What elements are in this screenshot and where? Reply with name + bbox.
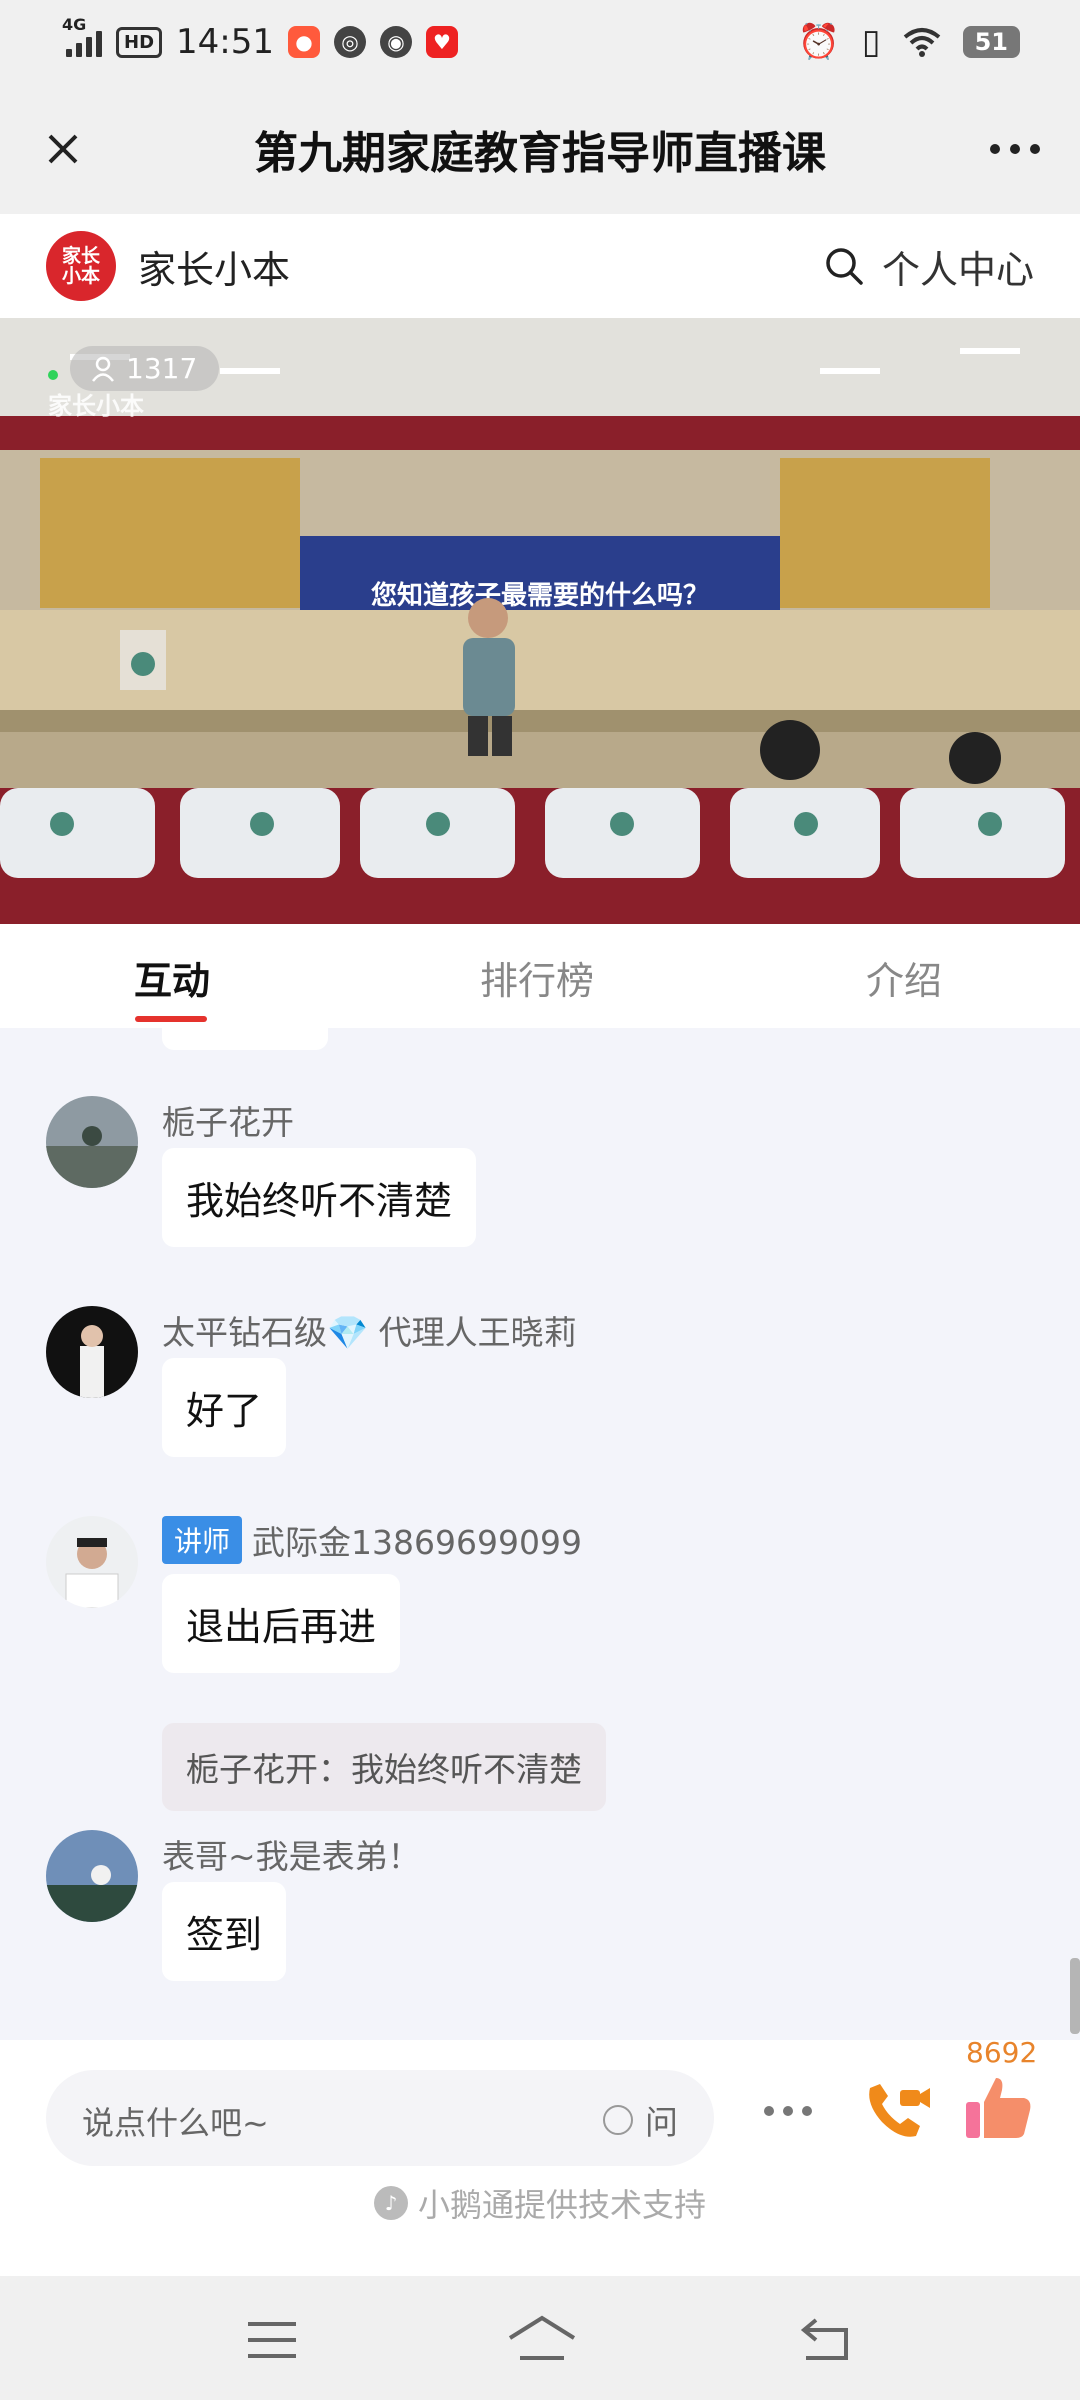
tab-interaction[interactable]: 互动 <box>134 950 210 1005</box>
tab-bar: 互动 排行榜 介绍 <box>0 924 1080 1028</box>
back-icon[interactable] <box>796 2312 856 2368</box>
message-bubble: 我始终听不清楚 <box>162 1148 477 1247</box>
footer-credit: ♪ 小鹅通提供技术支持 <box>0 2180 1080 2226</box>
video-call-icon[interactable] <box>860 2074 932 2146</box>
chat-list[interactable]: 栀子花开 我始终听不清楚 太平钻石级💎 代理人王晓莉 好了 讲师 武际金1386… <box>0 1028 1080 2040</box>
signal-icon: 4G <box>62 15 102 57</box>
tech-support-icon: ♪ <box>373 2186 408 2220</box>
close-icon[interactable] <box>30 116 96 182</box>
tab-intro[interactable]: 介绍 <box>866 950 942 1005</box>
video-watermark: 家长小本 <box>48 392 144 420</box>
viewer-count-badge: 1317 <box>70 346 220 391</box>
brand-bar: 家长 小本 家长小本 个人中心 <box>0 214 1080 318</box>
avatar[interactable] <box>46 1516 138 1608</box>
app-notification-icon: ● <box>288 26 320 58</box>
status-bar: 4G HD 14:51 ● ◎ ◉ ♥ ⏰ ▯ 51 <box>0 0 1080 84</box>
title-bar: 第九期家庭教育指导师直播课 <box>0 84 1080 214</box>
battery-indicator: 51 <box>962 26 1020 58</box>
brand-logo[interactable]: 家长 小本 <box>46 231 116 301</box>
partial-message-bubble <box>162 1028 328 1050</box>
system-nav-bar <box>0 2276 1080 2400</box>
live-indicator <box>48 370 58 380</box>
menu-icon[interactable] <box>242 2312 302 2368</box>
more-options-icon[interactable] <box>990 124 1040 174</box>
tab-leaderboard[interactable]: 排行榜 <box>480 950 594 1005</box>
wechat-notification-icon: ◉ <box>380 26 412 58</box>
thumbs-up-icon[interactable] <box>962 2072 1034 2144</box>
network-type: 4G <box>62 15 87 34</box>
comment-input-placeholder: 说点什么吧~ <box>82 2104 269 2142</box>
live-video-player[interactable]: 您知道孩子最需要的什么吗？ 1317 家长小本 <box>0 318 1080 924</box>
avatar[interactable] <box>46 1096 138 1188</box>
message-sender[interactable]: 武际金13869699099 <box>252 1516 582 1564</box>
radio-circle-icon <box>603 2105 633 2135</box>
lecturer-badge: 讲师 <box>162 1516 243 1564</box>
user-center-link[interactable]: 个人中心 <box>882 239 1034 294</box>
video-frame: 您知道孩子最需要的什么吗？ <box>0 318 1080 924</box>
wifi-icon <box>903 28 940 57</box>
browser-notification-icon: ◎ <box>334 26 366 58</box>
message-bubble: 好了 <box>162 1358 287 1457</box>
search-icon[interactable] <box>824 246 864 286</box>
message-sender[interactable]: 表哥~我是表弟！ <box>162 1830 421 1878</box>
avatar[interactable] <box>46 1306 138 1398</box>
red-app-notification-icon: ♥ <box>426 26 458 58</box>
alarm-icon: ⏰ <box>797 22 840 62</box>
hd-badge: HD <box>116 26 163 58</box>
message-bubble: 签到 <box>162 1882 287 1981</box>
brand-name[interactable]: 家长小本 <box>138 239 290 294</box>
message-sender[interactable]: 栀子花开 <box>162 1096 294 1144</box>
active-tab-indicator <box>135 1016 207 1022</box>
comment-input[interactable]: 说点什么吧~ 问 <box>46 2070 714 2166</box>
viewers-icon <box>92 356 114 382</box>
svg-text:您知道孩子最需要的什么吗？: 您知道孩子最需要的什么吗？ <box>371 580 709 611</box>
ask-question-toggle[interactable]: 问 <box>603 2096 678 2144</box>
message-sender-row: 讲师 武际金13869699099 <box>162 1516 582 1564</box>
clock: 14:51 <box>176 22 274 62</box>
message-bubble: 退出后再进 <box>162 1574 401 1673</box>
message-sender[interactable]: 太平钻石级💎 代理人王晓莉 <box>162 1306 577 1354</box>
page-title: 第九期家庭教育指导师直播课 <box>254 128 826 179</box>
viewer-count: 1317 <box>126 352 198 385</box>
quoted-message: 栀子花开：我始终听不清楚 <box>162 1723 606 1811</box>
more-actions-icon[interactable] <box>764 2106 812 2116</box>
home-icon[interactable] <box>506 2312 578 2368</box>
like-count: 8692 <box>966 2036 1038 2069</box>
vibrate-icon: ▯ <box>861 22 881 62</box>
bottom-input-bar: 说点什么吧~ 问 8692 ♪ 小鹅通提供技术支持 <box>0 2036 1080 2276</box>
avatar[interactable] <box>46 1830 138 1922</box>
chat-scrollbar[interactable] <box>1070 1958 1080 2034</box>
